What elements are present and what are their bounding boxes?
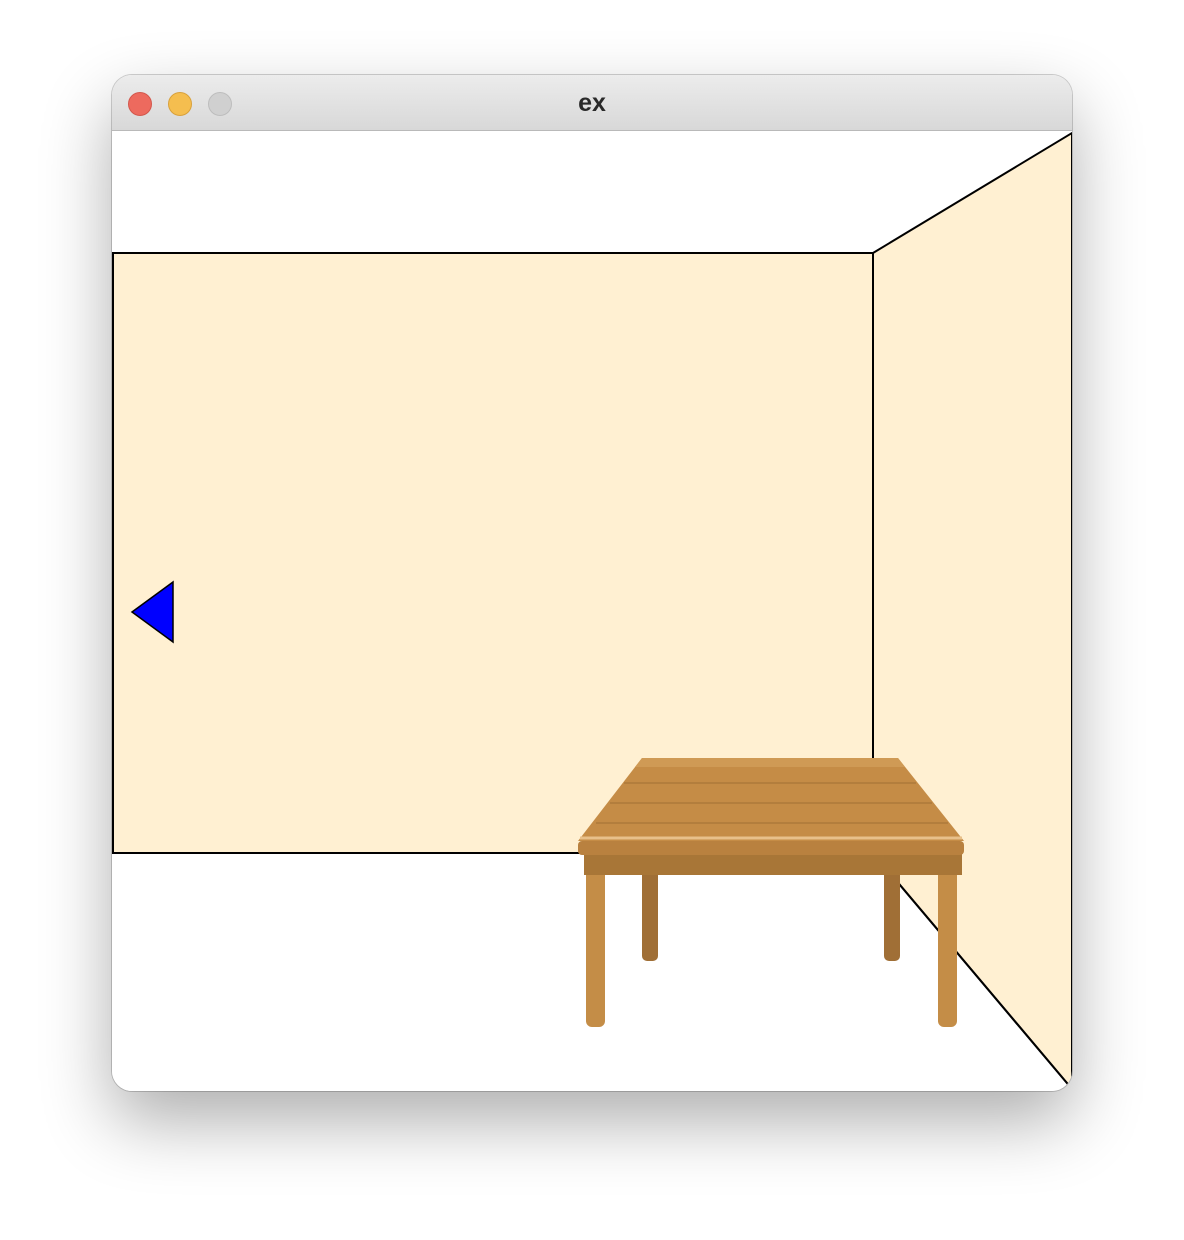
desktop: ex bbox=[0, 0, 1184, 1240]
title-bar[interactable]: ex bbox=[112, 75, 1072, 131]
window-title: ex bbox=[578, 89, 606, 117]
room-canvas[interactable] bbox=[112, 131, 1072, 1091]
right-wall bbox=[872, 131, 1072, 1091]
room-scene bbox=[112, 131, 1072, 1091]
app-window: ex bbox=[112, 75, 1072, 1091]
